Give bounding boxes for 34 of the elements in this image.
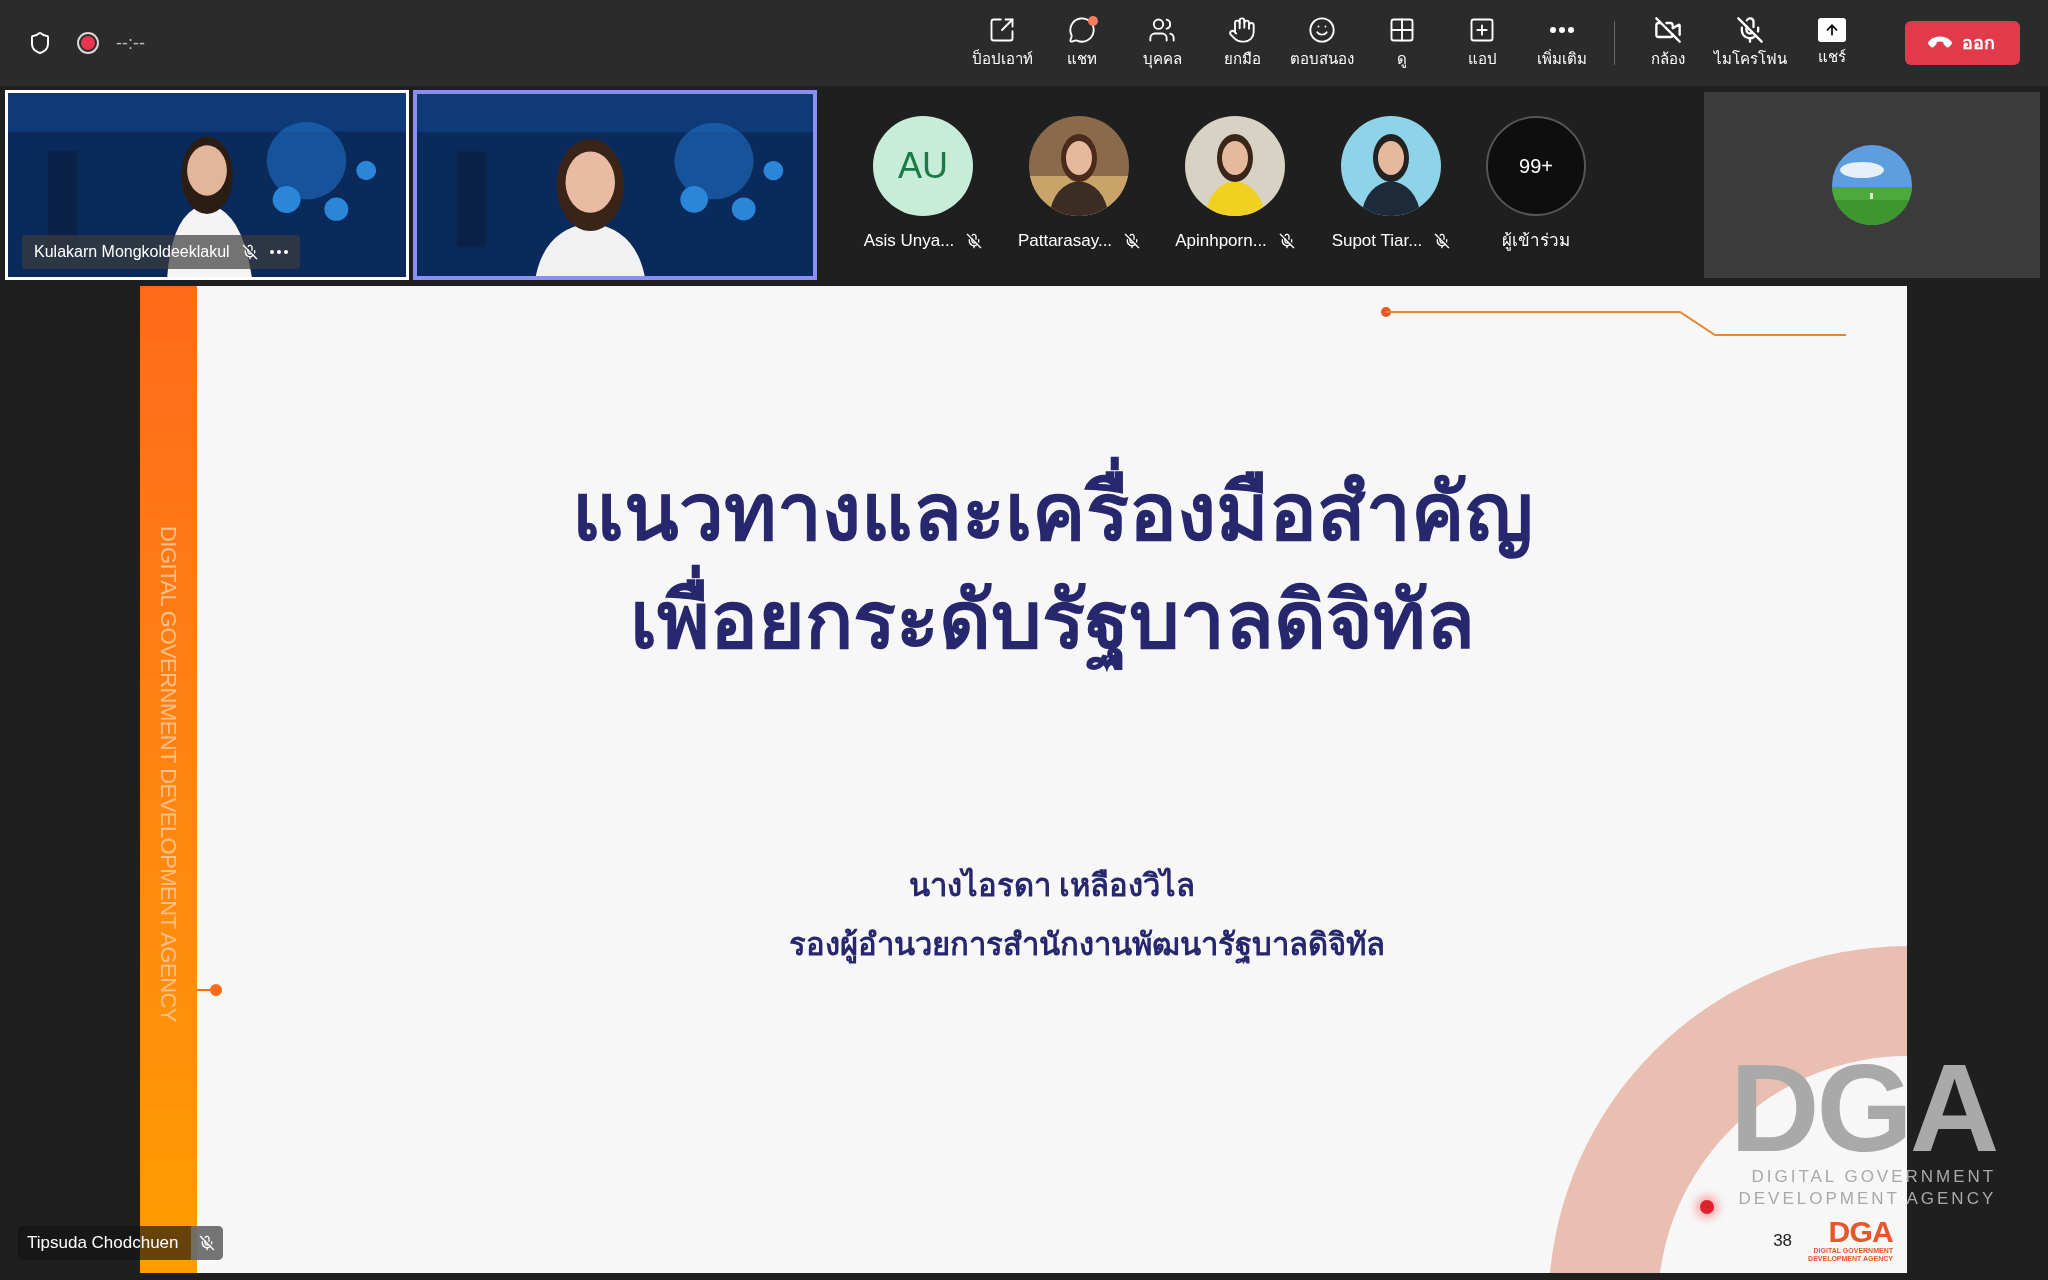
chat-icon: [1068, 15, 1096, 44]
toolbar-button[interactable]: ยกมือ: [1202, 10, 1282, 76]
media-button[interactable]: แชร์: [1791, 10, 1873, 76]
toolbar-button[interactable]: บุคคล: [1122, 10, 1202, 76]
page-number: 38: [1773, 1229, 1793, 1252]
hand-icon: [1228, 15, 1256, 44]
media-button[interactable]: ไมโครโฟน: [1709, 10, 1791, 76]
shield-icon: [28, 31, 52, 55]
connector-dot-icon: [197, 983, 223, 997]
leave-button[interactable]: ออก: [1905, 21, 2020, 65]
participant-name: Apinhporn...: [1175, 230, 1267, 253]
timer: --:--: [116, 31, 145, 55]
participant-name: Kulakarn Mongkoldeeklakul: [34, 242, 230, 262]
avatar: AU: [873, 116, 973, 217]
toolbar-button[interactable]: ป็อปเอาท์: [962, 10, 1042, 76]
presenter-name: นางไอรดา เหลืองวิไล: [908, 866, 1196, 905]
participant-name: Tipsuda Chodchuen: [27, 1232, 179, 1255]
toolbar-button[interactable]: ตอบสนอง: [1282, 10, 1362, 76]
share-icon: [1818, 17, 1846, 42]
record-icon: [76, 31, 100, 55]
participants-label: ผู้เข้าร่วม: [1502, 230, 1570, 253]
toolbar-button[interactable]: เพิ่มเติม: [1522, 10, 1602, 76]
toolbar-button[interactable]: แชท: [1042, 10, 1122, 76]
more-icon[interactable]: [269, 250, 288, 254]
participant-count[interactable]: 99+: [1486, 116, 1586, 217]
participant-name: Asis Unya...: [863, 230, 955, 253]
participant-name: Pattarasay...: [1017, 230, 1113, 253]
presenter-title: รองผู้อำนวยการสำนักงานพัฒนารัฐบาลดิจิทัล: [788, 925, 1385, 966]
toolbar-button[interactable]: ดู: [1362, 10, 1442, 76]
toolbar-button[interactable]: แอป: [1442, 10, 1522, 76]
more-icon: [1550, 26, 1574, 33]
smiley-icon: [1308, 15, 1336, 44]
participant-name: Supot Tiar...: [1331, 230, 1423, 253]
media-button[interactable]: กล้อง: [1627, 10, 1709, 76]
